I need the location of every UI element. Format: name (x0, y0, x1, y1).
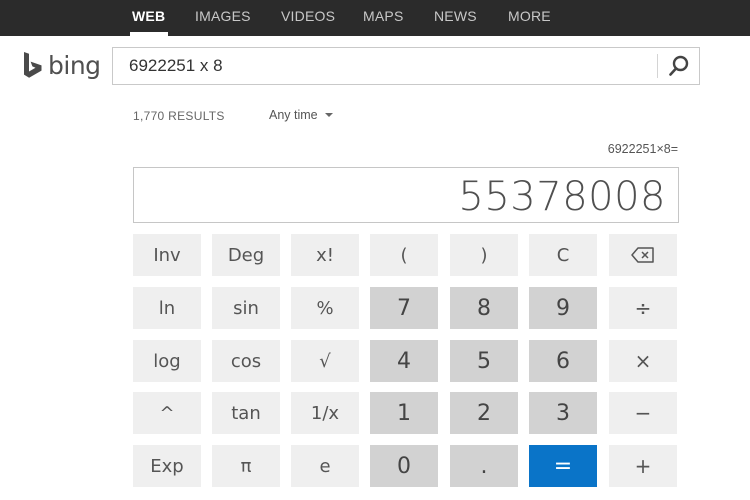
key-minus[interactable]: − (609, 392, 677, 434)
key-digit-9[interactable]: 9 (529, 287, 597, 329)
key-open-paren[interactable]: ( (370, 234, 438, 276)
calculator-result: 55378008 (458, 174, 666, 220)
key-close-paren[interactable]: ) (450, 234, 518, 276)
nav-tab-maps[interactable]: MAPS (363, 8, 403, 24)
nav-tab-web[interactable]: WEB (132, 8, 165, 24)
nav-tab-videos[interactable]: VIDEOS (281, 8, 335, 24)
key-digit-1[interactable]: 1 (370, 392, 438, 434)
key-backspace[interactable] (609, 234, 677, 276)
key-exp[interactable]: Exp (133, 445, 201, 487)
time-filter-label: Any time (269, 108, 318, 122)
key-divide[interactable]: ÷ (609, 287, 677, 329)
key-digit-0[interactable]: 0 (370, 445, 438, 487)
top-nav-bar: WEB IMAGES VIDEOS MAPS NEWS MORE (0, 0, 750, 36)
bing-logo[interactable]: bing (22, 50, 101, 80)
key-e[interactable]: e (291, 445, 359, 487)
key-factorial[interactable]: x! (291, 234, 359, 276)
key-digit-6[interactable]: 6 (529, 340, 597, 382)
chevron-down-icon (324, 113, 333, 117)
key-decimal[interactable]: . (450, 445, 518, 487)
key-percent[interactable]: % (291, 287, 359, 329)
key-cos[interactable]: cos (212, 340, 280, 382)
time-filter-dropdown[interactable]: Any time (269, 108, 333, 122)
search-input[interactable] (113, 48, 657, 84)
key-multiply[interactable]: × (609, 340, 677, 382)
key-reciprocal[interactable]: 1/x (291, 392, 359, 434)
key-digit-5[interactable]: 5 (450, 340, 518, 382)
search-icon (669, 55, 689, 76)
nav-tab-news[interactable]: NEWS (434, 8, 477, 24)
key-digit-2[interactable]: 2 (450, 392, 518, 434)
key-ln[interactable]: ln (133, 287, 201, 329)
key-inv[interactable]: Inv (133, 234, 201, 276)
search-button[interactable] (658, 48, 700, 84)
nav-tab-more[interactable]: MORE (508, 8, 551, 24)
key-digit-3[interactable]: 3 (529, 392, 597, 434)
key-plus[interactable]: + (609, 445, 677, 487)
key-deg[interactable]: Deg (212, 234, 280, 276)
calculator-expression: 6922251×8= (607, 142, 678, 156)
key-sin[interactable]: sin (212, 287, 280, 329)
key-digit-4[interactable]: 4 (370, 340, 438, 382)
key-pi[interactable]: π (212, 445, 280, 487)
key-sqrt[interactable]: √ (291, 340, 359, 382)
results-count: 1,770 RESULTS (133, 109, 225, 123)
key-equals[interactable]: = (529, 445, 597, 487)
key-clear[interactable]: C (529, 234, 597, 276)
bing-logo-text: bing (48, 50, 101, 80)
backspace-icon (631, 247, 654, 263)
bing-logo-icon (24, 52, 42, 78)
nav-active-underline (130, 32, 168, 36)
key-digit-7[interactable]: 7 (370, 287, 438, 329)
key-power[interactable]: ^ (133, 392, 201, 434)
key-log[interactable]: log (133, 340, 201, 382)
search-box (112, 47, 700, 85)
key-tan[interactable]: tan (212, 392, 280, 434)
nav-tab-images[interactable]: IMAGES (195, 8, 251, 24)
calculator-display: 55378008 (133, 167, 679, 223)
key-digit-8[interactable]: 8 (450, 287, 518, 329)
